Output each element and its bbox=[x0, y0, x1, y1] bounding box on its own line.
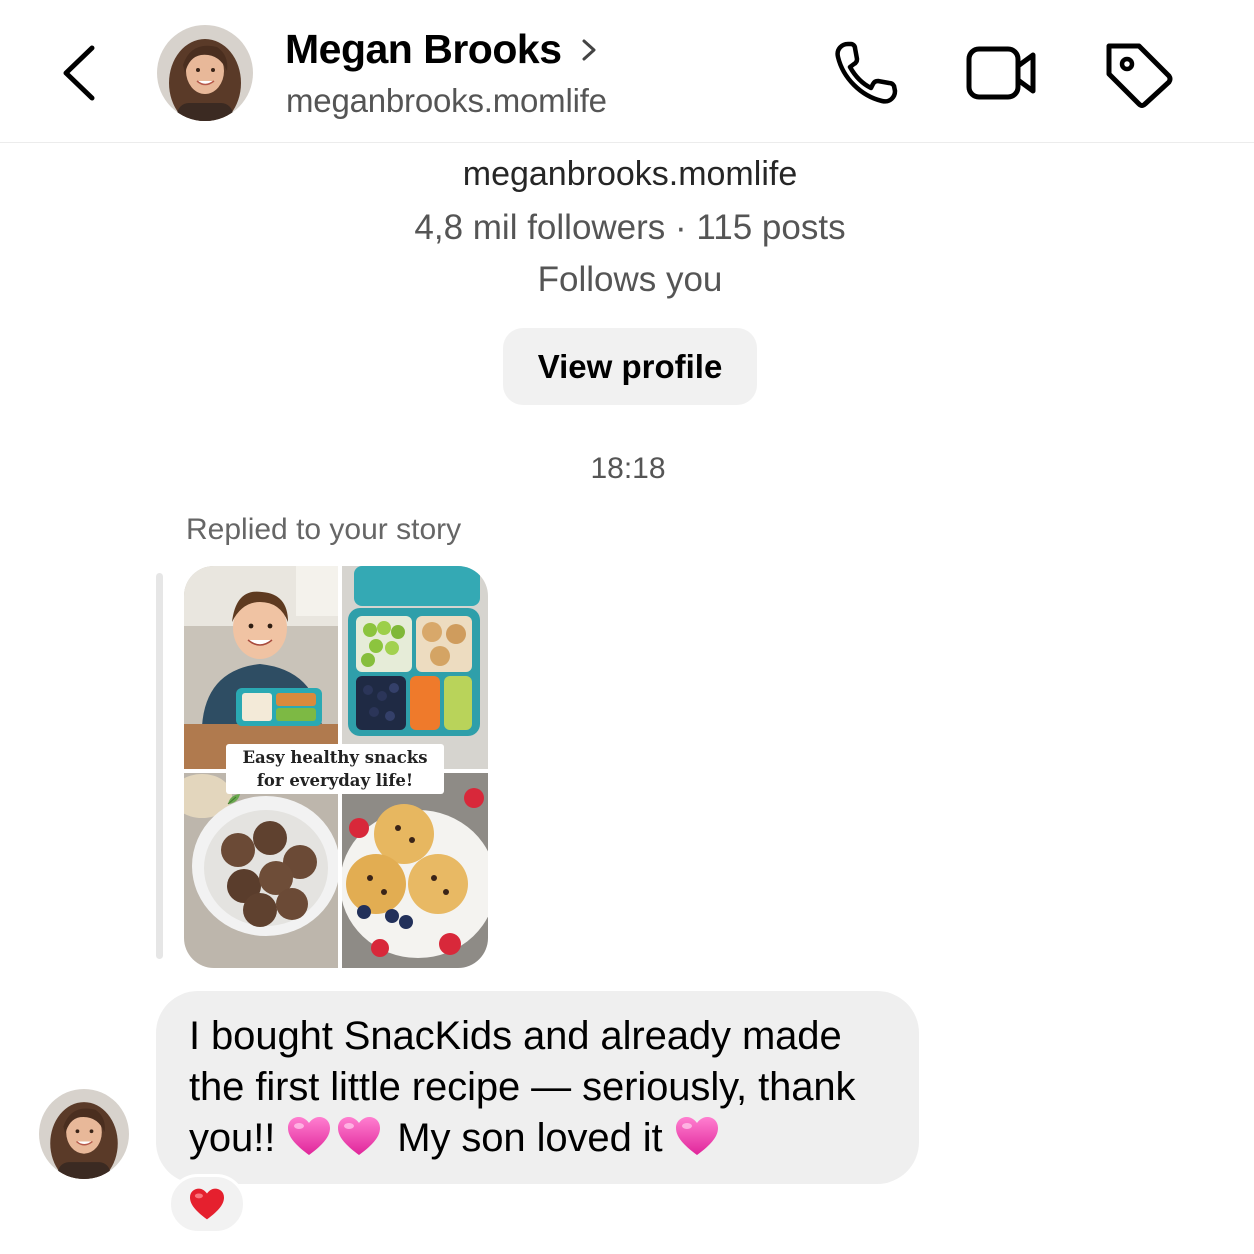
pink-heart-icon bbox=[338, 1117, 381, 1155]
story-caption-line1: Easy healthy snacks bbox=[242, 748, 428, 767]
back-chevron-icon bbox=[63, 45, 95, 101]
avatar-photo bbox=[157, 25, 253, 121]
pink-heart-icon bbox=[675, 1117, 718, 1155]
audio-call-button[interactable] bbox=[830, 38, 906, 108]
sender-avatar[interactable] bbox=[39, 1089, 129, 1179]
contact-handle: meganbrooks.momlife bbox=[286, 82, 607, 119]
chevron-right-icon bbox=[582, 39, 595, 60]
video-call-button[interactable] bbox=[963, 38, 1039, 108]
contact-name-link[interactable]: Megan Brooks bbox=[285, 26, 600, 73]
view-profile-button[interactable]: View profile bbox=[503, 328, 757, 405]
message-timestamp: 18:18 bbox=[590, 452, 666, 485]
contact-name: Megan Brooks bbox=[285, 26, 562, 72]
message-bubble[interactable]: I bought SnacKids and already made the f… bbox=[156, 991, 919, 1184]
reply-indicator-bar bbox=[156, 573, 163, 959]
chat-header: Megan Brooks meganbrooks.momlife bbox=[0, 0, 1254, 143]
story-thumbnail[interactable]: Easy healthy snacks for everyday life! bbox=[184, 566, 488, 968]
story-caption-line2: for everyday life! bbox=[226, 769, 444, 806]
phone-icon bbox=[835, 41, 898, 104]
tag-icon bbox=[1106, 43, 1173, 108]
tag-button[interactable] bbox=[1101, 38, 1177, 108]
chat-screen: Megan Brooks meganbrooks.momlife meganbr… bbox=[0, 0, 1254, 1254]
red-heart-icon bbox=[190, 1188, 224, 1220]
profile-stats: 4,8 mil followers · 115 posts bbox=[414, 208, 846, 247]
avatar-photo bbox=[39, 1089, 129, 1179]
profile-handle: meganbrooks.momlife bbox=[462, 155, 798, 193]
story-caption: Easy healthy snacks for everyday life! bbox=[226, 744, 444, 805]
video-camera-icon bbox=[966, 46, 1036, 100]
follows-you-label: Follows you bbox=[537, 260, 723, 299]
story-caption-line2-text: for everyday life! bbox=[256, 771, 414, 790]
leaf-icon bbox=[227, 794, 240, 805]
message-reaction[interactable] bbox=[168, 1174, 246, 1234]
story-reply-label: Replied to your story bbox=[186, 513, 462, 546]
back-button[interactable] bbox=[52, 38, 112, 108]
pink-heart-icon bbox=[288, 1117, 331, 1155]
avatar[interactable] bbox=[157, 25, 253, 121]
message-text-part2: My son loved it bbox=[386, 1116, 674, 1160]
